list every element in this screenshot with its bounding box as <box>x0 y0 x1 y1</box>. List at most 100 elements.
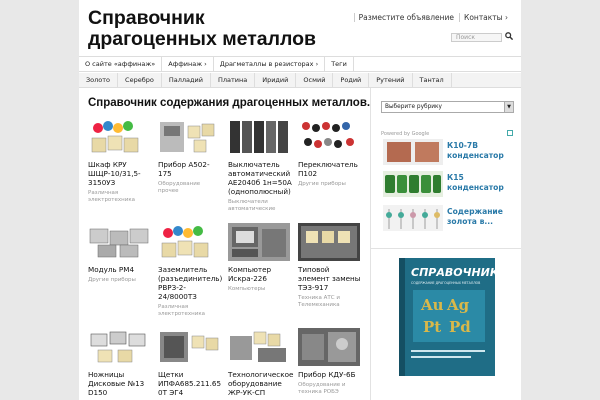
post-category[interactable]: Различная электротехника <box>158 304 222 318</box>
nav-metal-silver[interactable]: Серебро <box>118 73 162 87</box>
post-thumbnail[interactable] <box>228 118 290 156</box>
nav-item-about[interactable]: О сайте «аффинаж» <box>79 57 163 71</box>
post-thumbnail[interactable] <box>158 118 220 156</box>
post-title[interactable]: Прибор А502-175 <box>158 160 222 178</box>
book-element-au: Au <box>420 296 444 314</box>
post-card[interactable]: Прибор КДУ-6Б Оборудование и техника РОБ… <box>298 328 362 396</box>
ad-text[interactable]: К15 конденсатор <box>447 173 504 193</box>
nav-metal-gold[interactable]: Золото <box>79 73 119 87</box>
nav-item-resistors[interactable]: Драгметаллы в резисторах › <box>214 57 326 71</box>
ad-image[interactable] <box>383 205 443 231</box>
post-thumbnail[interactable] <box>298 328 360 366</box>
post-card[interactable]: Переключатель П102 Другие приборы <box>298 118 362 188</box>
ad-subtitle: конденсатор <box>447 151 504 160</box>
book-element-pt: Pt <box>423 318 441 336</box>
post-thumbnail[interactable] <box>298 118 360 156</box>
post-thumbnail[interactable] <box>88 328 150 366</box>
nav-item-affinage[interactable]: Аффинаж › <box>162 57 214 71</box>
post-card[interactable]: Технологическое оборудование ЖР-УК-СП <box>228 328 293 400</box>
book-title: СПРАВОЧНИК <box>411 266 495 279</box>
site-title-line1: Справочник <box>88 7 205 29</box>
post-title[interactable]: Выключатель автоматический АЕ2040б 1н=50… <box>228 160 292 196</box>
post-category[interactable]: Различная электротехника <box>88 190 152 204</box>
post-thumbnail[interactable] <box>158 328 220 366</box>
nav-item-tags[interactable]: Теги <box>325 57 354 71</box>
book-cover-image[interactable]: СПРАВОЧНИК СОДЕРЖАНИЕ ДРАГОЦЕННЫХ МЕТАЛЛ… <box>399 258 495 376</box>
post-card[interactable]: Шкаф КРУ ШЩР-10/31,5-3150УЗ Различная эл… <box>88 118 152 204</box>
section-title: Справочник содержания драгоценных металл… <box>88 97 371 109</box>
top-link-contacts[interactable]: Контакты › <box>459 13 513 22</box>
nav-metal-osmium[interactable]: Осмий <box>296 73 334 87</box>
post-category[interactable]: Компьютеры <box>228 286 292 293</box>
ads-powered-by: Powered by Google <box>381 131 430 137</box>
ad-choices-icon[interactable] <box>507 130 513 136</box>
post-thumbnail[interactable] <box>228 223 290 261</box>
post-card[interactable]: Прибор А502-175 Оборудование прочее <box>158 118 222 195</box>
book-subtitle: СОДЕРЖАНИЕ ДРАГОЦЕННЫХ МЕТАЛЛОВ <box>411 281 480 285</box>
post-thumbnail[interactable] <box>158 223 220 261</box>
post-category[interactable]: Оборудование и техника РОБЭ <box>298 382 362 396</box>
post-thumbnail[interactable] <box>88 223 150 261</box>
nav-metal-palladium[interactable]: Палладий <box>162 73 211 87</box>
chevron-down-icon[interactable]: ▼ <box>504 102 513 112</box>
nav-metal-ruthenium[interactable]: Рутений <box>369 73 413 87</box>
top-links: Разместите объявление Контакты › <box>353 13 513 22</box>
ad-title: К10-7В <box>447 141 478 150</box>
post-card[interactable]: Компьютер Искра-226 Компьютеры <box>228 223 292 293</box>
post-title[interactable]: Модуль РМ4 <box>88 265 152 274</box>
ad-item[interactable]: Содержание золота в... <box>381 205 514 231</box>
ad-title: К15 <box>447 173 464 182</box>
ad-text[interactable]: Содержание золота в... <box>447 207 503 227</box>
page: Справочник драгоценных металлов Размести… <box>79 0 521 400</box>
post-card[interactable]: Ножницы Дисковые №13 D150 <box>88 328 152 400</box>
post-category[interactable]: Другие приборы <box>298 181 362 188</box>
ad-item[interactable]: К10-7В конденсатор <box>381 139 514 165</box>
post-card[interactable]: Выключатель автоматический АЕ2040б 1н=50… <box>228 118 292 213</box>
post-title[interactable]: Технологическое оборудование ЖР-УК-СП <box>228 370 293 397</box>
post-thumbnail[interactable] <box>228 328 290 366</box>
post-title[interactable]: Заземлитель (разъединитель) РВРЗ-2-24/80… <box>158 265 222 301</box>
sidebar: Выберите рубрику ▼ Powered by Google К10… <box>370 88 521 400</box>
post-card[interactable]: Модуль РМ4 Другие приборы <box>88 223 152 284</box>
posts-grid: Шкаф КРУ ШЩР-10/31,5-3150УЗ Различная эл… <box>88 118 368 400</box>
post-title[interactable]: Шкаф КРУ ШЩР-10/31,5-3150УЗ <box>88 160 152 187</box>
metals-nav: Золото Серебро Палладий Платина Иридий О… <box>79 73 521 88</box>
post-thumbnail[interactable] <box>88 118 150 156</box>
search-input[interactable]: Поиск <box>451 33 502 42</box>
post-card[interactable]: Типовой элемент замены ТЭЗ-917 Техника А… <box>298 223 362 309</box>
nav-metal-rhodium[interactable]: Родий <box>333 73 370 87</box>
post-category[interactable]: Оборудование прочее <box>158 181 222 195</box>
post-category[interactable]: Техника АТС и Телемеханика <box>298 295 362 309</box>
sidebar-divider <box>371 248 521 249</box>
post-category[interactable]: Выключатели автоматические <box>228 199 292 213</box>
top-link-post-ad[interactable]: Разместите объявление <box>353 13 459 22</box>
nav-metal-tantalum[interactable]: Тантал <box>413 73 452 87</box>
post-title[interactable]: Щетки ИПФА685.211.65 0Т ЭГ4 <box>158 370 222 397</box>
post-title[interactable]: Типовой элемент замены ТЭЗ-917 <box>298 265 362 292</box>
post-thumbnail[interactable] <box>298 223 360 261</box>
post-category[interactable]: Другие приборы <box>88 277 152 284</box>
ad-text[interactable]: К10-7В конденсатор <box>447 141 504 161</box>
book-element-pd: Pd <box>449 318 471 336</box>
search-icon[interactable] <box>505 32 514 42</box>
post-title[interactable]: Переключатель П102 <box>298 160 362 178</box>
post-card[interactable]: Заземлитель (разъединитель) РВРЗ-2-24/80… <box>158 223 222 318</box>
ad-title: Содержание <box>447 207 503 216</box>
ad-image[interactable] <box>383 139 443 165</box>
nav-metal-platinum[interactable]: Платина <box>211 73 256 87</box>
header: Справочник драгоценных металлов Размести… <box>79 0 521 56</box>
main-nav: О сайте «аффинаж» Аффинаж › Драгметаллы … <box>79 56 521 72</box>
post-title[interactable]: Компьютер Искра-226 <box>228 265 292 283</box>
ad-subtitle: конденсатор <box>447 183 504 192</box>
ad-subtitle: золота в... <box>447 217 494 226</box>
book-element-ag: Ag <box>446 296 470 314</box>
ad-item[interactable]: К15 конденсатор <box>381 171 514 197</box>
category-select[interactable]: Выберите рубрику ▼ <box>381 101 514 113</box>
nav-metal-iridium[interactable]: Иридий <box>255 73 297 87</box>
post-title[interactable]: Ножницы Дисковые №13 D150 <box>88 370 152 397</box>
site-title[interactable]: Справочник драгоценных металлов <box>88 8 348 50</box>
post-title[interactable]: Прибор КДУ-6Б <box>298 370 362 379</box>
category-select-label: Выберите рубрику <box>385 104 442 110</box>
post-card[interactable]: Щетки ИПФА685.211.65 0Т ЭГ4 <box>158 328 222 400</box>
ad-image[interactable] <box>383 171 443 197</box>
